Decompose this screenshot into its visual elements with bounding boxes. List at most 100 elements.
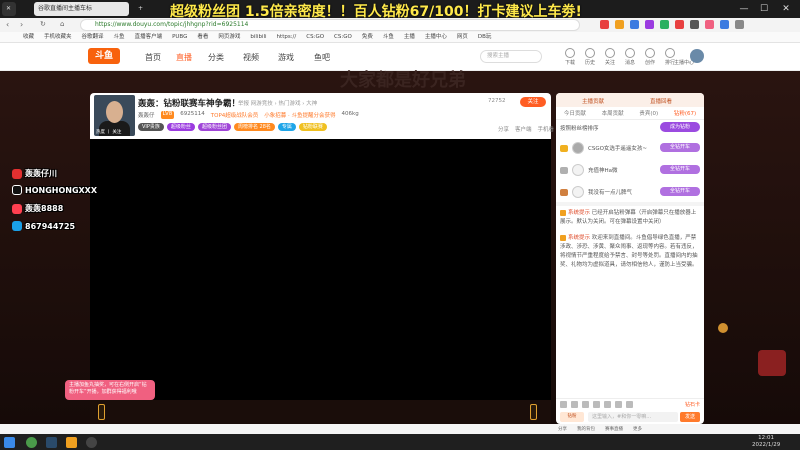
rank-row[interactable]: 充值神Ha微 <box>560 163 618 177</box>
bookmark[interactable]: 主播 <box>399 32 420 42</box>
minimize-button[interactable]: — <box>736 2 752 16</box>
chat-input[interactable]: 这里输入，#和你一零嘛… <box>588 412 678 422</box>
gift-scroll-right[interactable] <box>530 404 537 420</box>
ext-icon[interactable] <box>630 20 639 29</box>
contribution-link[interactable]: 主播贡献 <box>582 97 604 105</box>
rank-action-button[interactable]: 全钻开车 <box>660 187 700 196</box>
tab-diamond[interactable]: 钻粉(67) <box>674 108 696 119</box>
maximize-button[interactable]: ☐ <box>756 2 772 16</box>
url-input[interactable]: https://www.douyu.com/topic/jhhgnp?rid=6… <box>80 19 580 31</box>
ext-icon[interactable] <box>645 20 654 29</box>
bottom-share[interactable]: 分享 <box>558 426 567 432</box>
tab-vip[interactable]: 贵宾(0) <box>639 108 658 119</box>
history-icon[interactable]: 历史 <box>580 48 600 66</box>
follow-icon[interactable]: 关注 <box>600 48 620 66</box>
color-icon[interactable] <box>582 400 589 408</box>
bookmark[interactable]: https:// <box>272 32 302 42</box>
ext-icon[interactable] <box>720 20 729 29</box>
system-clock[interactable]: 12:01 2022/1/29 <box>752 435 780 449</box>
client-button[interactable]: 客户端 <box>515 125 532 133</box>
follow-button[interactable]: 关注 <box>520 97 546 107</box>
bookmark[interactable]: DB玩 <box>473 32 497 42</box>
forward-icon[interactable]: › <box>20 20 23 29</box>
nav-live[interactable]: 直播 <box>176 52 192 63</box>
tab-week[interactable]: 本周贡献 <box>602 108 624 119</box>
ext-icon[interactable] <box>600 20 609 29</box>
menu-icon[interactable] <box>735 20 744 29</box>
gift-icon[interactable] <box>593 400 600 408</box>
ext-icon[interactable] <box>705 20 714 29</box>
replay-link[interactable]: 直播回看 <box>650 97 672 105</box>
user-avatar[interactable] <box>690 49 704 63</box>
streamer-name[interactable]: 轰轰仔 <box>138 111 155 119</box>
bookmark[interactable]: 看看 <box>192 32 213 42</box>
settings-icon[interactable] <box>604 400 611 408</box>
bottom-events[interactable]: 赛事直播 <box>605 426 623 432</box>
barrage-icon[interactable] <box>571 400 578 408</box>
rank-action-button[interactable]: 全钻开车 <box>660 165 700 174</box>
badge[interactable]: 专属 <box>277 123 296 131</box>
room-meta-tag[interactable]: 小象招募 · 斗鱼提醒分会获得 <box>264 111 335 119</box>
bookmark[interactable]: bilibili <box>245 32 271 42</box>
bookmark[interactable]: 斗鱼 <box>378 32 399 42</box>
streamer-avatar[interactable]: 热度 丨 关注 <box>94 95 135 136</box>
tab-today[interactable]: 今日贡献 <box>564 108 586 119</box>
app-icon[interactable] <box>86 437 97 448</box>
rank-row[interactable]: CSGO女选手遥遥女孩~ <box>560 141 647 155</box>
badge[interactable]: 钻粉联赛 <box>298 123 327 131</box>
steam-icon[interactable] <box>46 437 57 448</box>
nav-game[interactable]: 游戏 <box>278 52 294 63</box>
promo-banner[interactable]: 主播加鱼丸抽奖，可在右侧开启“钻粉开车”开播，加群获得福利哦 <box>65 380 155 400</box>
back-icon[interactable]: ‹ <box>6 20 9 29</box>
bookmark[interactable]: 收藏 <box>18 32 39 42</box>
bookmark[interactable]: 主播中心 <box>420 32 452 42</box>
fans-icon[interactable] <box>615 400 622 408</box>
message-icon[interactable]: 消息 <box>620 48 640 66</box>
bookmark[interactable]: 斗鱼 <box>109 32 130 42</box>
site-logo[interactable]: 斗鱼 <box>88 48 120 64</box>
share-button[interactable]: 分享 <box>498 125 509 133</box>
ext-icon[interactable] <box>615 20 624 29</box>
mobile-button[interactable]: 手机看 <box>538 125 555 133</box>
tab-active[interactable]: 谷歌直播间主播车标 <box>34 2 129 16</box>
nav-category[interactable]: 分类 <box>208 52 224 63</box>
room-category[interactable]: 举报 网游竞技 › 热门游戏 › 大神 <box>238 99 317 107</box>
bookmark[interactable]: 直播客户端 <box>130 32 168 42</box>
level-card[interactable]: 钻石卡 <box>685 401 700 408</box>
video-player[interactable] <box>90 139 551 400</box>
badge[interactable]: 超级粉丝团 <box>197 123 231 131</box>
become-fan-button[interactable]: 成为钻粉 <box>660 122 700 132</box>
create-icon[interactable]: 创作 <box>640 48 660 66</box>
room-meta-tag[interactable]: TOP4超级战队会员 <box>211 111 259 119</box>
close-button[interactable]: ✕ <box>778 2 794 16</box>
rank-action-button[interactable]: 全钻开车 <box>660 143 700 152</box>
ext-icon[interactable] <box>660 20 669 29</box>
badge[interactable]: 周榜排名 28名 <box>233 123 275 131</box>
bookmark[interactable]: 网页 <box>452 32 473 42</box>
ext-icon[interactable] <box>675 20 684 29</box>
ext-icon[interactable] <box>690 20 699 29</box>
badge[interactable]: 超级粉丝 <box>166 123 195 131</box>
bookmark[interactable]: 谷歌翻译 <box>77 32 109 42</box>
nav-video[interactable]: 视频 <box>243 52 259 63</box>
nav-home[interactable]: 首页 <box>145 52 161 63</box>
rank-row[interactable]: 我没有一点儿脾气 <box>560 185 632 199</box>
download-icon[interactable]: 下载 <box>560 48 580 66</box>
site-search-input[interactable]: 搜索主播 <box>480 50 542 63</box>
float-event-icon[interactable] <box>758 350 786 376</box>
browser-icon[interactable] <box>66 437 77 448</box>
bottom-more[interactable]: 更多 <box>633 426 642 432</box>
start-icon[interactable] <box>4 437 15 448</box>
new-tab-button[interactable]: + <box>134 2 146 16</box>
bookmark[interactable]: 手机收藏夹 <box>39 32 77 42</box>
nav-yuba[interactable]: 鱼吧 <box>314 52 330 63</box>
bookmark[interactable]: PUBG <box>167 32 192 42</box>
app-icon[interactable] <box>26 437 37 448</box>
emoji-icon[interactable] <box>560 400 567 408</box>
float-coin-icon[interactable] <box>718 323 728 333</box>
badge[interactable]: VIP贵族 <box>138 123 164 131</box>
gift-scroll-left[interactable] <box>98 404 105 420</box>
bookmark[interactable]: 免费 <box>357 32 378 42</box>
bookmark[interactable]: CS:GO <box>301 32 329 42</box>
bookmark[interactable]: 网页游戏 <box>213 32 245 42</box>
